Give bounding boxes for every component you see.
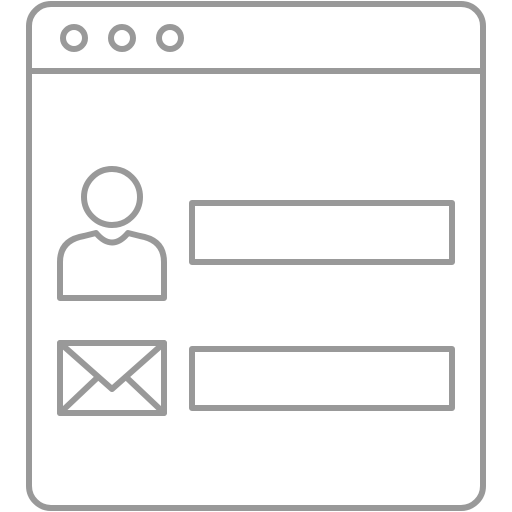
user-body bbox=[57, 230, 167, 301]
name-field[interactable] bbox=[189, 200, 455, 265]
user-head bbox=[81, 166, 143, 228]
envelope-flap bbox=[57, 340, 167, 392]
contact-form-window-illustration bbox=[26, 1, 486, 511]
window-controls bbox=[60, 24, 184, 52]
envelope-icon bbox=[57, 340, 167, 416]
envelope-fold-right bbox=[123, 374, 167, 416]
window-control-dot-1 bbox=[60, 24, 88, 52]
user-icon bbox=[57, 166, 167, 301]
envelope-fold-left bbox=[57, 374, 101, 416]
window-control-dot-2 bbox=[108, 24, 136, 52]
window-control-dot-3 bbox=[156, 24, 184, 52]
window-frame bbox=[26, 1, 486, 511]
email-field[interactable] bbox=[189, 346, 455, 411]
contact-form-window-icon bbox=[0, 0, 512, 512]
